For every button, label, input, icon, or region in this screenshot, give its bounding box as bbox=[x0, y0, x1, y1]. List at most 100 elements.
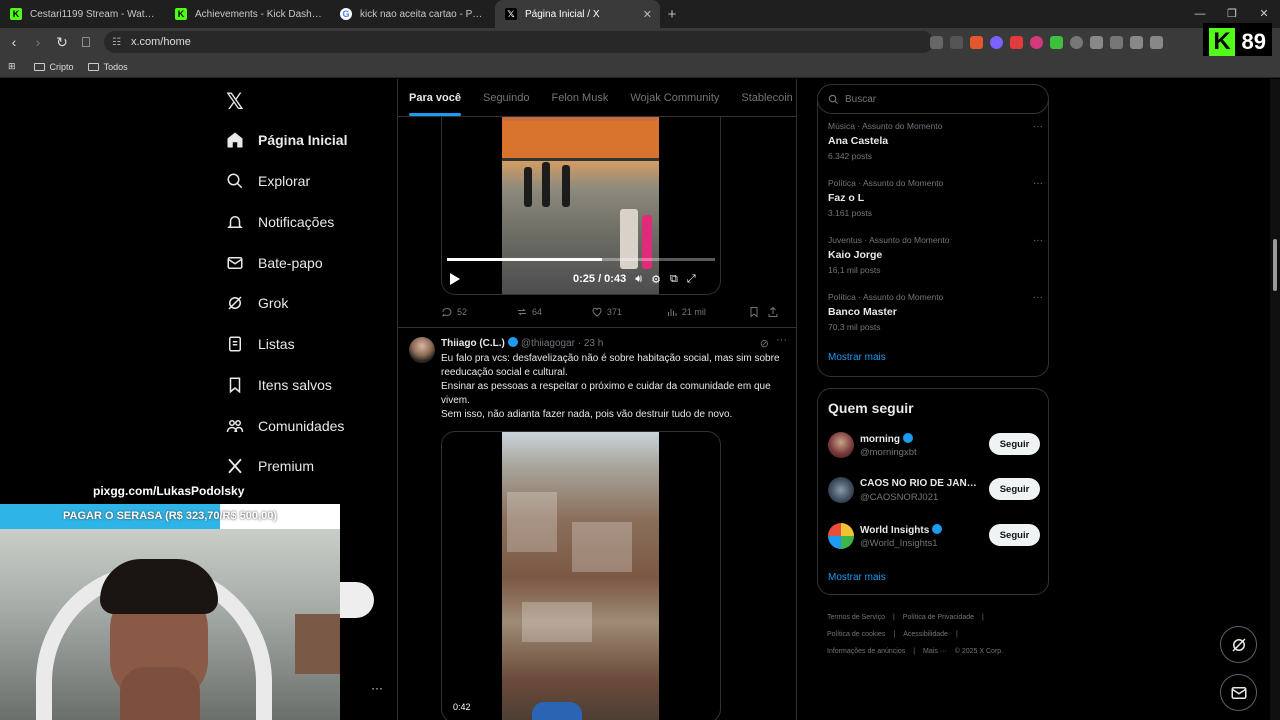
nav-label: Comunidades bbox=[258, 418, 345, 434]
views-button[interactable]: 21 mil bbox=[666, 306, 748, 318]
download-icon[interactable] bbox=[1110, 35, 1123, 49]
play-icon[interactable] bbox=[450, 273, 460, 285]
bookmark-folder-todos[interactable]: Todos bbox=[87, 62, 128, 72]
reload-icon[interactable]: ↻ bbox=[52, 34, 72, 51]
nav-item-chat[interactable]: Bate-papo bbox=[226, 254, 323, 272]
follow-suggestion[interactable]: CAOS NO RIO DE JANE... @CAOSNORJ021 Segu… bbox=[828, 477, 1040, 505]
folder-icon bbox=[33, 62, 45, 71]
tab-following[interactable]: Seguindo bbox=[472, 79, 541, 116]
apps-icon[interactable]: ⊞ bbox=[8, 61, 16, 72]
pip-icon[interactable]: ⧉ bbox=[670, 273, 678, 286]
back-icon[interactable]: ‹ bbox=[4, 34, 24, 50]
follow-button[interactable]: Seguir bbox=[989, 524, 1040, 546]
show-more-trends-link[interactable]: Mostrar mais bbox=[828, 352, 886, 363]
post-video-player[interactable]: 0:42 bbox=[441, 431, 721, 720]
follow-button[interactable]: Seguir bbox=[989, 433, 1040, 455]
bookmark-page-icon[interactable]: ⎕ bbox=[76, 34, 96, 51]
kick-logo-icon: K bbox=[1209, 28, 1235, 56]
tab-felon-musk[interactable]: Felon Musk bbox=[540, 79, 619, 116]
nav-item-communities[interactable]: Comunidades bbox=[226, 417, 344, 435]
footer-more-link[interactable]: Mais ··· bbox=[923, 648, 947, 655]
tab-wojak-community[interactable]: Wojak Community bbox=[619, 79, 730, 116]
extension-icon[interactable] bbox=[1050, 35, 1063, 49]
follow-suggestion[interactable]: morning @morningxbt Seguir bbox=[828, 432, 1040, 460]
share-icon[interactable] bbox=[950, 35, 963, 49]
avatar[interactable] bbox=[828, 523, 854, 549]
cast-icon[interactable] bbox=[930, 35, 943, 49]
share-post-button[interactable] bbox=[767, 306, 786, 318]
nav-item-premium[interactable]: Premium bbox=[226, 457, 314, 475]
volume-icon[interactable]: 🔊︎ bbox=[635, 273, 642, 286]
video-figure bbox=[542, 162, 550, 207]
follow-suggestion[interactable]: World Insights @World_Insights1 Seguir bbox=[828, 523, 1040, 551]
avatar[interactable] bbox=[409, 337, 435, 363]
footer-link[interactable]: Termos de Serviço bbox=[827, 614, 885, 621]
footer-link[interactable]: Política de cookies bbox=[827, 631, 885, 638]
fullscreen-icon[interactable]: ⤢ bbox=[687, 273, 696, 286]
nav-item-bookmarks[interactable]: Itens salvos bbox=[226, 376, 332, 394]
viewer-count: 89 bbox=[1241, 29, 1266, 54]
repost-button[interactable]: 64 bbox=[516, 306, 591, 318]
nav-item-grok[interactable]: Grok bbox=[226, 294, 288, 312]
post-time[interactable]: · 23 h bbox=[578, 338, 604, 349]
nav-item-notifications[interactable]: Notificações bbox=[226, 213, 334, 231]
messages-fab[interactable] bbox=[1220, 674, 1257, 711]
new-tab-button[interactable]: + bbox=[660, 6, 684, 23]
extension-icon[interactable] bbox=[1010, 35, 1023, 49]
footer-link[interactable]: Política de Privacidade bbox=[903, 614, 974, 621]
sidebar-icon[interactable] bbox=[1150, 35, 1163, 49]
more-icon[interactable]: ··· bbox=[1033, 235, 1043, 246]
nav-item-explore[interactable]: Explorar bbox=[226, 172, 310, 190]
browser-tab[interactable]: G kick nao aceita cartao - Pesquisa Goo bbox=[330, 0, 495, 28]
video-progress-bar[interactable] bbox=[447, 258, 715, 261]
trend-item[interactable]: Música · Assunto do Momento Ana Castela … bbox=[828, 121, 1043, 161]
more-icon[interactable]: ··· bbox=[1033, 178, 1043, 189]
like-button[interactable]: 371 bbox=[591, 306, 666, 318]
show-more-follow-link[interactable]: Mostrar mais bbox=[828, 572, 886, 583]
browser-tab[interactable]: K Cestari1199 Stream - Watch Live on K bbox=[0, 0, 165, 28]
tab-for-you[interactable]: Para você bbox=[398, 79, 472, 116]
verified-badge-icon bbox=[507, 337, 518, 347]
grok-icon[interactable]: ⊘ bbox=[760, 337, 769, 350]
trend-item[interactable]: Política · Assunto do Momento Banco Mast… bbox=[828, 292, 1043, 332]
extension-icon[interactable] bbox=[1030, 35, 1043, 49]
settings-icon[interactable]: ⚙ bbox=[651, 273, 661, 286]
extension-icon[interactable] bbox=[990, 35, 1003, 49]
footer-link[interactable]: Acessibilidade bbox=[903, 631, 948, 638]
scrollbar-thumb[interactable] bbox=[1273, 239, 1277, 291]
brave-shield-icon[interactable] bbox=[970, 35, 983, 49]
page-scrollbar[interactable] bbox=[1270, 79, 1280, 720]
suggestion-name: World Insights bbox=[860, 524, 980, 536]
bookmark-post-button[interactable] bbox=[748, 306, 767, 318]
puzzle-icon[interactable] bbox=[1090, 35, 1103, 49]
nav-item-lists[interactable]: Listas bbox=[226, 335, 295, 353]
more-icon[interactable]: ··· bbox=[371, 681, 383, 695]
media-icon[interactable] bbox=[1130, 35, 1143, 49]
trend-item[interactable]: Política · Assunto do Momento Faz o L 3.… bbox=[828, 178, 1043, 218]
reply-button[interactable]: 52 bbox=[441, 306, 516, 318]
search-input[interactable]: Buscar bbox=[817, 84, 1049, 114]
browser-tab[interactable]: K Achievements - Kick Dashboard bbox=[165, 0, 330, 28]
url-field[interactable]: ☷ x.com/home bbox=[104, 31, 934, 53]
footer-link[interactable]: Informações de anúncios bbox=[827, 648, 905, 655]
close-tab-icon[interactable]: ✕ bbox=[643, 8, 652, 21]
avatar[interactable] bbox=[828, 477, 854, 503]
nav-item-home[interactable]: Página Inicial bbox=[226, 131, 347, 149]
bookmark-folder-cripto[interactable]: Cripto bbox=[33, 62, 74, 72]
more-icon[interactable]: ··· bbox=[776, 334, 787, 346]
more-icon[interactable]: ··· bbox=[1033, 292, 1043, 303]
more-icon[interactable]: ··· bbox=[1033, 121, 1043, 132]
author-handle[interactable]: @thiiagogar bbox=[521, 338, 575, 349]
browser-tab-active[interactable]: 𝕏 Página Inicial / X ✕ bbox=[495, 0, 660, 28]
grok-fab[interactable] bbox=[1220, 626, 1257, 663]
post-video-player[interactable]: 0:25 / 0:43 🔊︎ ⚙ ⧉ ⤢ bbox=[441, 117, 721, 295]
extension-icon[interactable] bbox=[1070, 35, 1083, 49]
author-name[interactable]: Thiiago (C.L.) bbox=[441, 338, 505, 349]
forward-icon[interactable]: › bbox=[28, 34, 48, 50]
site-info-icon[interactable]: ☷ bbox=[112, 37, 121, 48]
trend-item[interactable]: Juventus · Assunto do Momento Kaio Jorge… bbox=[828, 235, 1043, 275]
follow-button[interactable]: Seguir bbox=[989, 478, 1040, 500]
tab-stablecoin[interactable]: Stablecoin bbox=[730, 79, 796, 116]
x-logo-icon[interactable]: 𝕏 bbox=[226, 89, 244, 115]
avatar[interactable] bbox=[828, 432, 854, 458]
